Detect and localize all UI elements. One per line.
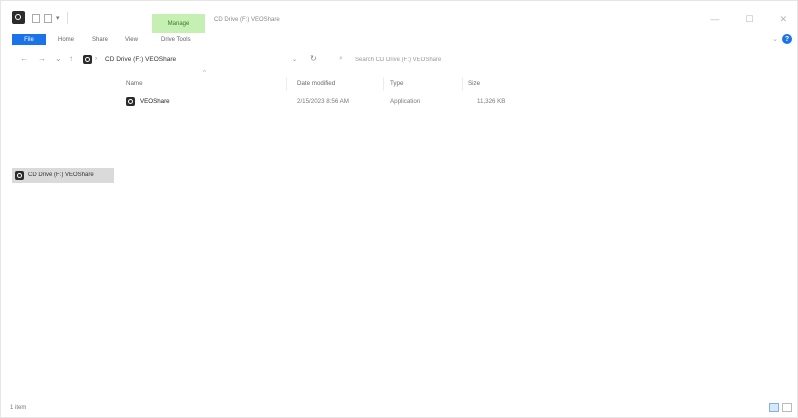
ribbon-collapse-icon[interactable]: ⌄	[772, 35, 778, 43]
up-button[interactable]: ↑	[69, 54, 73, 63]
properties-icon[interactable]	[32, 13, 40, 23]
cd-drive-icon	[15, 171, 24, 180]
cd-drive-icon[interactable]	[12, 11, 25, 24]
search-icon: ⌕	[339, 55, 343, 62]
breadcrumb-separator[interactable]: ›	[95, 56, 97, 62]
details-view-icon[interactable]	[769, 403, 779, 412]
file-size: 11,326 KB	[477, 98, 506, 105]
manage-tab[interactable]: Manage	[152, 14, 205, 33]
ribbon-tabs: File Home Share View Drive Tools ⌄ ?	[1, 33, 797, 45]
refresh-icon[interactable]: ↻	[310, 54, 317, 63]
column-divider[interactable]	[286, 77, 287, 91]
minimize-button[interactable]: —	[710, 14, 719, 25]
new-folder-icon[interactable]	[44, 13, 52, 23]
column-header-size[interactable]: Size	[468, 80, 480, 87]
file-row[interactable]: VEOShare 2/15/2023 8:56 AM Application 1…	[121, 95, 521, 109]
cd-drive-icon	[83, 55, 92, 64]
column-header-type[interactable]: Type	[390, 80, 403, 87]
address-dropdown[interactable]: ⌄	[292, 56, 297, 63]
file-name: VEOShare	[140, 98, 170, 105]
tab-drive-tools[interactable]: Drive Tools	[161, 36, 191, 44]
search-input[interactable]	[355, 53, 655, 67]
close-button[interactable]: ✕	[779, 14, 787, 25]
toolbar-divider	[66, 12, 68, 24]
tab-file[interactable]: File	[12, 34, 46, 45]
window-title: CD Drive (F:) VEOShare	[214, 17, 280, 23]
file-explorer-window: ▾ Manage CD Drive (F:) VEOShare — ☐ ✕ Fi…	[0, 0, 798, 418]
column-header-name[interactable]: Name	[126, 80, 143, 87]
title-bar: ▾ Manage CD Drive (F:) VEOShare — ☐ ✕	[1, 1, 797, 33]
application-icon	[126, 97, 135, 106]
file-type: Application	[390, 98, 421, 105]
quick-access-toolbar: ▾	[32, 12, 68, 24]
large-icons-view-icon[interactable]	[782, 403, 792, 412]
recent-locations-button[interactable]: ⌄	[55, 54, 62, 63]
search-box[interactable]: ⌕	[331, 53, 661, 67]
file-date-modified: 2/15/2023 8:56 AM	[297, 98, 349, 105]
sort-ascending-icon: ^	[203, 70, 206, 76]
maximize-button[interactable]: ☐	[745, 14, 753, 25]
column-header-date[interactable]: Date modified	[297, 80, 335, 87]
help-icon[interactable]: ?	[782, 34, 792, 44]
window-controls: — ☐ ✕	[710, 14, 787, 25]
address-bar[interactable]: CD Drive (F:) VEOShare	[105, 56, 176, 63]
drag-ghost-label: CD Drive (F:) VEOShare	[28, 172, 94, 178]
address-row: ← → ⌄ ↑ › CD Drive (F:) VEOShare ⌄ ↻ ⌕	[1, 51, 797, 69]
back-button[interactable]: ←	[20, 54, 28, 63]
tab-home[interactable]: Home	[58, 36, 74, 44]
status-bar: 1 item	[1, 397, 797, 417]
column-divider[interactable]	[383, 77, 384, 91]
drag-ghost[interactable]: CD Drive (F:) VEOShare	[12, 168, 114, 183]
item-count: 1 item	[10, 405, 27, 411]
tab-share[interactable]: Share	[92, 36, 108, 44]
tab-view[interactable]: View	[125, 36, 138, 44]
column-divider[interactable]	[462, 77, 463, 91]
forward-button[interactable]: →	[38, 54, 46, 63]
customize-toolbar-dropdown[interactable]: ▾	[56, 14, 60, 22]
